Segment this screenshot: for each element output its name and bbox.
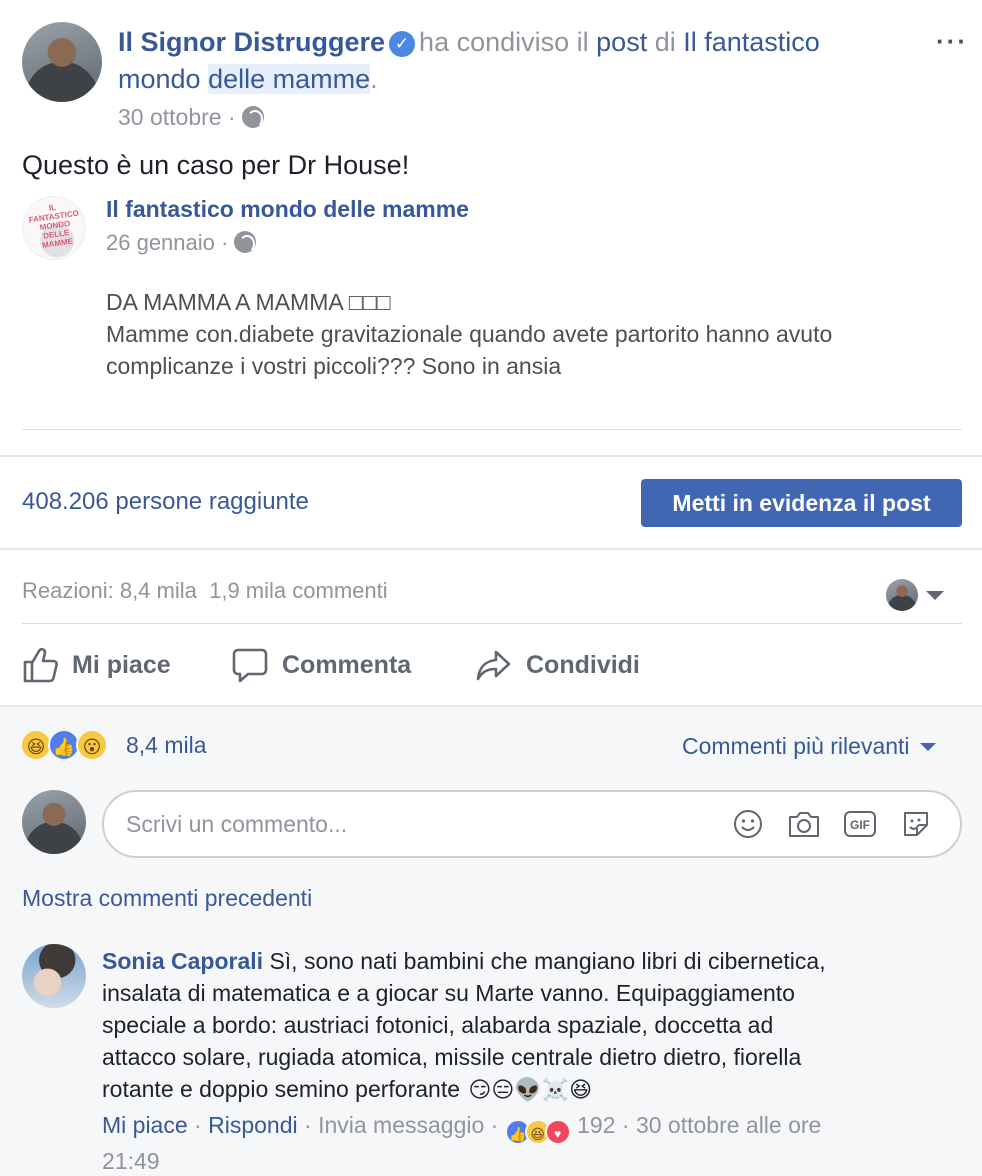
shared-text-line: Mamme con.diabete gravitazionale quando … xyxy=(106,321,833,347)
shared-text-line: DA MAMMA A MAMMA □□□ xyxy=(106,289,391,315)
page-link-part3[interactable]: delle mamme xyxy=(208,64,371,94)
comment-reaction-icons[interactable]: 👍 😆 ♥ xyxy=(504,1119,571,1145)
shared-text-line: complicanze i vostri piccoli??? Sono in … xyxy=(106,353,562,379)
reach-count[interactable]: 408.206 persone raggiunte xyxy=(22,488,309,516)
author-avatar[interactable] xyxy=(22,22,102,102)
verified-badge-icon: ✓ xyxy=(389,31,416,57)
share-arrow-icon xyxy=(476,650,511,681)
comment-label: Commenta xyxy=(282,650,412,679)
comment-input[interactable] xyxy=(104,810,726,838)
divider xyxy=(0,548,982,550)
post-link[interactable]: post xyxy=(596,27,647,57)
smiley-icon xyxy=(734,810,762,838)
love-reaction-icon: ♥ xyxy=(544,1119,571,1145)
gif-button[interactable]: GIF xyxy=(838,802,882,846)
post-as-avatar[interactable] xyxy=(886,579,918,611)
photo-button[interactable] xyxy=(782,802,826,846)
of-text: di xyxy=(654,27,676,57)
chevron-down-icon[interactable] xyxy=(926,591,944,600)
post-header: Il Signor Distruggere ✓ ha condiviso il po… xyxy=(118,24,918,98)
comment-line: Sì, sono nati bambini che mangiano libri… xyxy=(269,948,826,974)
page-link-part1[interactable]: Il fantastico xyxy=(683,27,820,57)
separator: · xyxy=(621,1112,630,1138)
sticker-icon xyxy=(904,812,928,836)
camera-icon xyxy=(789,812,819,837)
reactions-total[interactable]: 8,4 mila xyxy=(126,732,207,759)
globe-icon xyxy=(234,231,257,253)
shared-text: ha condiviso il xyxy=(419,27,589,57)
comment-timestamp[interactable]: 30 ottobre alle ore xyxy=(636,1112,821,1138)
comment-emojis: 😏😑👽☠️😆 xyxy=(468,1077,593,1102)
share-button[interactable]: Condividi xyxy=(476,644,640,686)
comment-line: rotante e doppio semino perforante xyxy=(102,1076,461,1102)
shared-post-date[interactable]: 26 gennaio xyxy=(106,230,215,255)
emoji-picker-button[interactable] xyxy=(726,802,770,846)
send-message-link[interactable]: Invia messaggio xyxy=(318,1112,484,1138)
shared-post-meta: 26 gennaio · xyxy=(106,230,257,256)
comment-author-link[interactable]: Sonia Caporali xyxy=(102,948,263,974)
comment-timestamp-time[interactable]: 21:49 xyxy=(102,1148,160,1174)
commenter-avatar[interactable] xyxy=(22,790,86,854)
comment-reply-link[interactable]: Rispondi xyxy=(208,1112,298,1138)
chevron-down-icon xyxy=(919,742,936,751)
author-name-link[interactable]: Il Signor Distruggere xyxy=(118,27,385,57)
comments-count[interactable]: 1,9 mila commenti xyxy=(209,578,388,603)
comment-body: Sonia Caporali Sì, sono nati bambini che… xyxy=(102,945,962,1106)
comment-line: speciale a bordo: austriaci fotonici, al… xyxy=(102,1012,774,1038)
post-date[interactable]: 30 ottobre xyxy=(118,104,222,130)
separator: · xyxy=(194,1112,202,1138)
page-avatar[interactable]: IL FANTASTICO MONDO DELLE MAMME xyxy=(22,196,86,260)
globe-icon xyxy=(242,106,265,128)
more-options-icon[interactable]: ··· xyxy=(936,26,968,57)
stats-row: Reazioni: 8,4 mila 1,9 mila commenti xyxy=(22,578,388,604)
shared-page-name[interactable]: Il fantastico mondo delle mamme xyxy=(106,196,469,223)
page-avatar-logo-text: IL FANTASTICO MONDO DELLE MAMME xyxy=(28,202,80,250)
gif-icon: GIF xyxy=(844,811,876,837)
comment-composer[interactable]: GIF xyxy=(102,790,962,858)
separator: · xyxy=(490,1112,499,1138)
comment-like-link[interactable]: Mi piace xyxy=(102,1112,188,1138)
svg-text:GIF: GIF xyxy=(850,818,870,832)
sticker-button[interactable] xyxy=(894,802,938,846)
post-meta: 30 ottobre · xyxy=(118,104,265,131)
wow-reaction-icon: 😮 xyxy=(76,729,108,761)
show-older-comments-link[interactable]: Mostra commenti precedenti xyxy=(22,885,312,912)
like-label: Mi piace xyxy=(72,650,171,679)
reaction-icons[interactable]: 😆 👍 😮 xyxy=(20,729,108,761)
comment-bubble-icon xyxy=(232,648,268,683)
comment-line: attacco solare, rugiada atomica, missile… xyxy=(102,1044,802,1070)
reactions-count[interactable]: Reazioni: 8,4 mila xyxy=(22,578,197,603)
divider xyxy=(22,623,962,624)
comment-button[interactable]: Commenta xyxy=(232,644,411,686)
comment-reaction-count[interactable]: 192 xyxy=(577,1112,615,1138)
shared-page-name-link[interactable]: Il fantastico mondo delle mamme xyxy=(106,196,469,222)
like-button[interactable]: Mi piace xyxy=(22,644,171,686)
separator: · xyxy=(304,1112,312,1138)
thumbs-up-icon xyxy=(23,647,58,683)
page-link-part2[interactable]: mondo xyxy=(118,64,201,94)
comment-meta: Mi piace · Rispondi · Invia messaggio · … xyxy=(102,1109,962,1176)
sort-label: Commenti più rilevanti xyxy=(682,733,910,759)
shared-post-text: DA MAMMA A MAMMA □□□ Mamme con.diabete g… xyxy=(106,286,966,382)
comment-author-avatar[interactable] xyxy=(22,944,86,1008)
comment-line: insalata di matematica e a giocar su Mar… xyxy=(102,980,795,1006)
comment-sort-dropdown[interactable]: Commenti più rilevanti xyxy=(682,733,936,760)
separator: · xyxy=(221,230,229,255)
divider xyxy=(0,455,982,457)
post-message: Questo è un caso per Dr House! xyxy=(22,150,410,180)
boost-post-button[interactable]: Metti in evidenza il post xyxy=(641,479,962,527)
separator: · xyxy=(227,104,236,130)
period: . xyxy=(370,64,378,94)
divider xyxy=(22,429,962,430)
share-label: Condividi xyxy=(526,650,640,679)
